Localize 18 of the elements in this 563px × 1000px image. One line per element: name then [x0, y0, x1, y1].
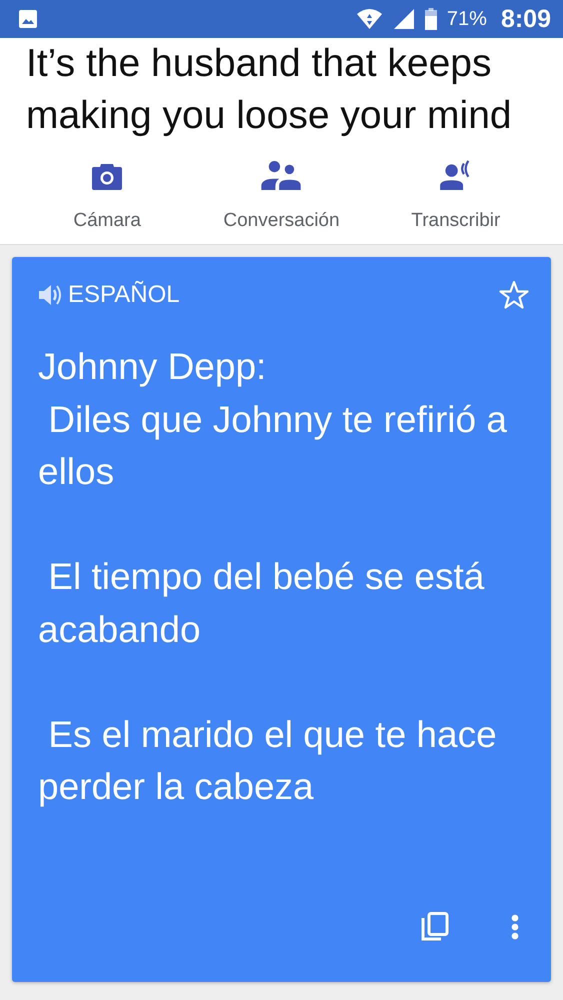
image-icon [18, 9, 38, 29]
star-icon [499, 280, 529, 310]
camera-icon [91, 162, 124, 190]
battery-percent: 71% [446, 8, 487, 30]
wifi-icon [356, 8, 383, 30]
battery-icon [424, 8, 437, 30]
tool-button[interactable]: Transcribir [376, 156, 536, 236]
speaker-icon [38, 284, 62, 306]
translation-text: Johnny Depp: Diles que Johnny te refirió a ellos El tiempo del bebé se está acabando Es el marido el que te hace perder la cabeza [38, 345, 508, 809]
tool-button[interactable]: Conversación [201, 156, 362, 236]
tool-button[interactable]: Cámara [27, 156, 188, 236]
speak-language-button[interactable]: ESPAÑOL [38, 281, 180, 309]
signal-icon [392, 8, 415, 30]
source-text: It’s the husband that keeps making you loose your mind [25, 41, 513, 139]
copy-icon [421, 912, 449, 942]
clock: 8:09 [500, 4, 551, 34]
people-icon [259, 160, 304, 190]
more-icon [511, 914, 519, 940]
